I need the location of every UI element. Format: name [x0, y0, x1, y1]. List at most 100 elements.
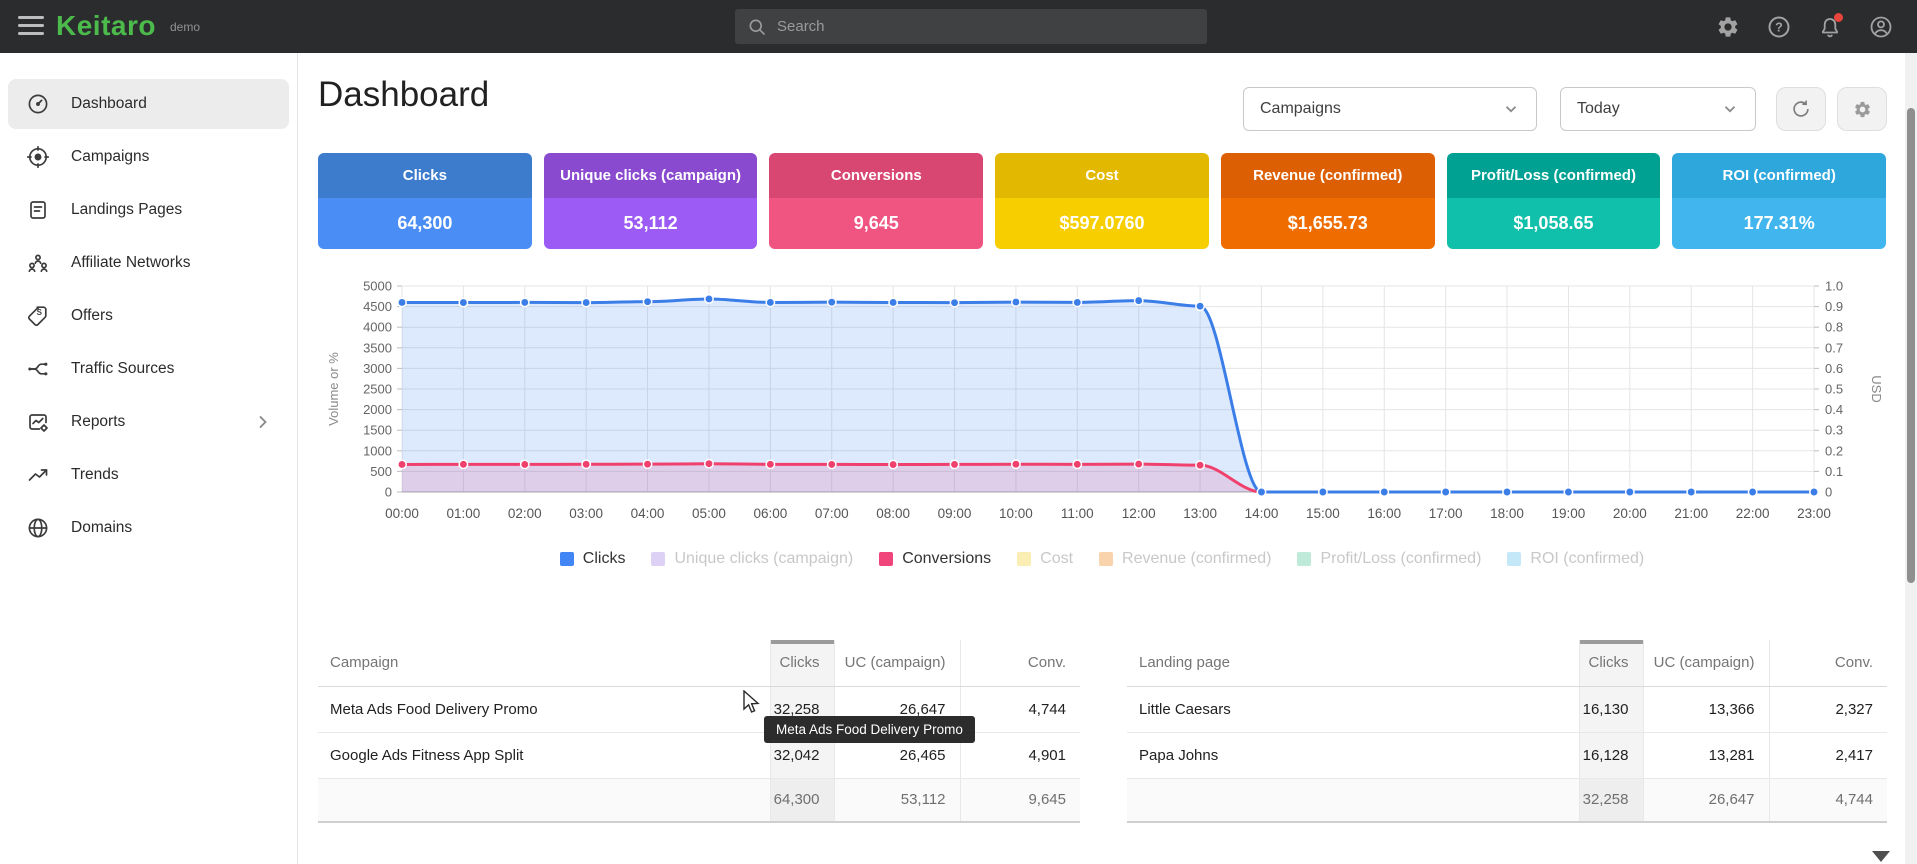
sidebar-item-label: Dashboard [71, 95, 147, 113]
reports-icon [26, 410, 50, 434]
legend-swatch [1017, 552, 1031, 566]
svg-text:10:00: 10:00 [999, 506, 1033, 521]
legend-swatch [1507, 552, 1521, 566]
search-input[interactable] [777, 18, 1195, 35]
column-header-clicks[interactable]: Clicks [1579, 640, 1643, 686]
legend-item-roi-confirmed[interactable]: ROI (confirmed) [1507, 550, 1644, 568]
svg-text:4500: 4500 [363, 299, 392, 314]
column-header-landing-page[interactable]: Landing page [1127, 640, 1579, 686]
sidebar-item-affiliate-networks[interactable]: Affiliate Networks [8, 238, 289, 288]
svg-text:0.9: 0.9 [1825, 299, 1843, 314]
offers-icon: S [26, 304, 50, 328]
column-header-campaign[interactable]: Campaign [318, 640, 770, 686]
sidebar-item-reports[interactable]: Reports [8, 397, 289, 447]
metric-card-unique-clicks-campaign[interactable]: Unique clicks (campaign)53,112 [544, 153, 758, 249]
date-range-select-value: Today [1577, 100, 1620, 118]
table-cell[interactable]: Little Caesars [1127, 686, 1579, 732]
campaigns-icon [26, 145, 50, 169]
metric-card-roi-confirmed[interactable]: ROI (confirmed)177.31% [1672, 153, 1886, 249]
metric-card-value: 9,645 [769, 198, 983, 249]
chevron-down-icon [1502, 100, 1520, 118]
dashboard-settings-button[interactable] [1837, 87, 1887, 131]
svg-text:03:00: 03:00 [569, 506, 603, 521]
svg-text:0.6: 0.6 [1825, 361, 1843, 376]
svg-text:05:00: 05:00 [692, 506, 726, 521]
trends-icon [26, 463, 50, 487]
table-row[interactable]: Papa Johns16,12813,2812,417 [1127, 732, 1887, 778]
svg-text:21:00: 21:00 [1674, 506, 1708, 521]
chart-legend: Clicks Unique clicks (campaign) Conversion… [318, 550, 1886, 568]
metric-card-conversions[interactable]: Conversions9,645 [769, 153, 983, 249]
table-total-cell: 32,258 [1579, 778, 1643, 822]
date-range-select[interactable]: Today [1560, 87, 1756, 131]
account-icon[interactable] [1869, 15, 1893, 39]
search-bar[interactable] [735, 9, 1207, 44]
legend-item-unique-clicks-campaign[interactable]: Unique clicks (campaign) [651, 550, 853, 568]
legend-item-revenue-confirmed[interactable]: Revenue (confirmed) [1099, 550, 1271, 568]
grouping-select[interactable]: Campaigns [1243, 87, 1537, 131]
page-title: Dashboard [318, 75, 489, 115]
column-header-uc-campaign[interactable]: UC (campaign) [1643, 640, 1769, 686]
table-cell: 4,901 [960, 732, 1080, 778]
scrollbar-track[interactable] [1905, 53, 1917, 864]
sidebar-item-label: Landings Pages [71, 201, 182, 219]
sort-indicator [771, 640, 834, 644]
sidebar-item-campaigns[interactable]: Campaigns [8, 132, 289, 182]
sidebar-item-trends[interactable]: Trends [8, 450, 289, 500]
table-cell[interactable]: Papa Johns [1127, 732, 1579, 778]
column-header-conv[interactable]: Conv. [1769, 640, 1887, 686]
mouse-cursor [742, 690, 764, 714]
sidebar-item-traffic-sources[interactable]: Traffic Sources [8, 344, 289, 394]
gear-icon [1853, 100, 1872, 119]
metric-card-profit-loss-confirmed[interactable]: Profit/Loss (confirmed)$1,058.65 [1447, 153, 1661, 249]
metric-card-label: Clicks [318, 153, 532, 198]
row-tooltip: Meta Ads Food Delivery Promo [764, 716, 975, 743]
svg-text:01:00: 01:00 [446, 506, 480, 521]
column-header-uc-campaign[interactable]: UC (campaign) [834, 640, 960, 686]
sidebar-item-label: Offers [71, 307, 113, 325]
column-header-conv[interactable]: Conv. [960, 640, 1080, 686]
column-header-clicks[interactable]: Clicks [770, 640, 834, 686]
table-total-cell: 9,645 [960, 778, 1080, 822]
help-icon[interactable]: ? [1767, 15, 1791, 39]
hamburger-menu-icon[interactable] [18, 16, 44, 37]
sidebar-item-domains[interactable]: Domains [8, 503, 289, 553]
legend-item-cost[interactable]: Cost [1017, 550, 1073, 568]
legend-item-clicks[interactable]: Clicks [560, 550, 626, 568]
grouping-select-value: Campaigns [1260, 100, 1341, 118]
metric-card-value: $597.0760 [995, 198, 1209, 249]
svg-text:14:00: 14:00 [1245, 506, 1279, 521]
scroll-down-indicator[interactable] [1872, 851, 1890, 862]
svg-text:19:00: 19:00 [1552, 506, 1586, 521]
metric-cards: Clicks64,300Unique clicks (campaign)53,1… [318, 153, 1886, 249]
table-cell[interactable]: Meta Ads Food Delivery Promo [318, 686, 770, 732]
settings-gear-icon[interactable] [1716, 15, 1740, 39]
legend-item-conversions[interactable]: Conversions [879, 550, 991, 568]
table-cell: 16,130 [1579, 686, 1643, 732]
sidebar-item-landings-pages[interactable]: Landings Pages [8, 185, 289, 235]
table-total-cell: 53,112 [834, 778, 960, 822]
sidebar-item-offers[interactable]: S Offers [8, 291, 289, 341]
metric-card-revenue-confirmed[interactable]: Revenue (confirmed)$1,655.73 [1221, 153, 1435, 249]
legend-swatch [879, 552, 893, 566]
svg-text:04:00: 04:00 [631, 506, 665, 521]
scrollbar-thumb[interactable] [1907, 108, 1915, 583]
refresh-button[interactable] [1776, 87, 1826, 131]
metric-card-cost[interactable]: Cost$597.0760 [995, 153, 1209, 249]
legend-label: ROI (confirmed) [1530, 550, 1644, 568]
svg-text:20:00: 20:00 [1613, 506, 1647, 521]
svg-text:0.4: 0.4 [1825, 402, 1843, 417]
sidebar-item-label: Reports [71, 413, 125, 431]
legend-label: Profit/Loss (confirmed) [1320, 550, 1481, 568]
metric-card-value: 64,300 [318, 198, 532, 249]
sidebar-item-dashboard[interactable]: Dashboard [8, 79, 289, 129]
table-cell[interactable]: Google Ads Fitness App Split [318, 732, 770, 778]
keitaro-dashboard: Keitaro demo ? DashboardCampaignsLanding… [0, 0, 1917, 864]
legend-item-profit-loss-confirmed[interactable]: Profit/Loss (confirmed) [1297, 550, 1481, 568]
table-row[interactable]: Little Caesars16,13013,3662,327 [1127, 686, 1887, 732]
svg-text:12:00: 12:00 [1122, 506, 1156, 521]
brand-logo[interactable]: Keitaro [56, 10, 156, 42]
metric-card-clicks[interactable]: Clicks64,300 [318, 153, 532, 249]
notifications-bell-icon[interactable] [1818, 15, 1842, 39]
table-cell: 13,281 [1643, 732, 1769, 778]
